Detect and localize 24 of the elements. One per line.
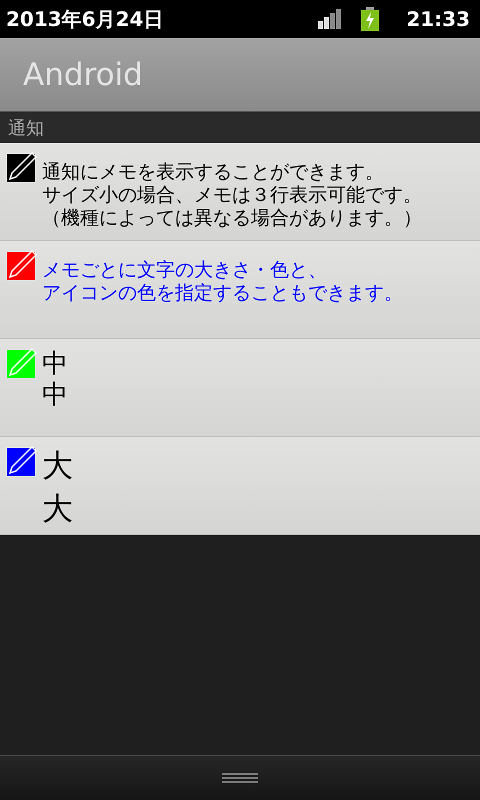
drag-handle-icon[interactable] [222, 772, 258, 784]
pencil-icon [7, 151, 37, 182]
note-text: 中 [42, 349, 68, 380]
note-text: サイズ小の場合、メモは３行表示可能です。 [42, 184, 422, 207]
pencil-icon [7, 347, 37, 378]
status-date: 2013年6月24日 [6, 6, 164, 32]
section-header: 通知 [8, 116, 44, 140]
status-time: 21:33 [406, 7, 470, 31]
note-text: アイコンの色を指定することもできます。 [42, 282, 403, 305]
pencil-icon [7, 249, 37, 280]
notification-item[interactable]: 大 大 [0, 437, 480, 535]
notification-item[interactable]: 通知にメモを表示することができます。 サイズ小の場合、メモは３行表示可能です。 （機種によっては異なる場合があります。） [0, 143, 480, 241]
note-text: 大 [42, 490, 73, 529]
battery-icon [360, 7, 380, 31]
note-text: 中 [42, 380, 68, 411]
note-text: メモごとに文字の大きさ・色と、 [42, 259, 328, 282]
note-text: （機種によっては異なる場合があります。） [42, 207, 422, 230]
notification-item[interactable]: メモごとに文字の大きさ・色と、 アイコンの色を指定することもできます。 [0, 241, 480, 339]
app-title: Android [23, 56, 143, 92]
notification-item[interactable]: 中 中 [0, 339, 480, 437]
signal-icon [318, 9, 342, 29]
note-text: 大 [42, 447, 73, 486]
pencil-icon [7, 445, 37, 476]
note-text: 通知にメモを表示することができます。 [42, 161, 385, 184]
